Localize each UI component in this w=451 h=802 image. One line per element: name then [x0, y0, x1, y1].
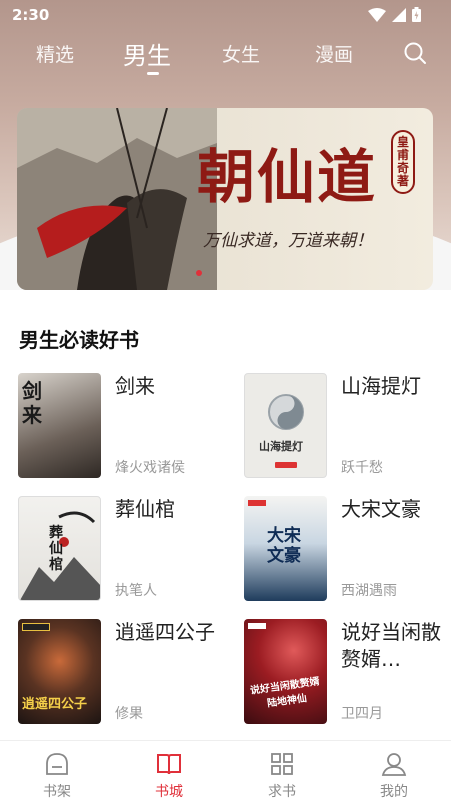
book-author: 跃千愁 — [341, 460, 383, 476]
book-title: 说好当闲散赘婿… — [341, 620, 441, 671]
book-author: 执笔人 — [115, 583, 157, 599]
bookshelf-icon — [46, 753, 68, 775]
book-title: 葬仙棺 — [115, 497, 175, 521]
book-author: 烽火戏诸侯 — [115, 460, 185, 476]
book-author: 修果 — [115, 706, 143, 722]
publisher-mark — [22, 623, 50, 631]
book-cover: 逍遥四公子 — [18, 619, 101, 724]
nav-label: 书城 — [155, 784, 183, 800]
banner-author-seal: 皇甫奇著 — [391, 130, 415, 194]
nav-label: 我的 — [380, 784, 408, 800]
section-title: 男生必读好书 — [19, 328, 139, 352]
nav-bookshelf[interactable]: 书架 — [17, 741, 97, 802]
book-cover: 葬仙棺 — [18, 496, 101, 601]
book-title: 剑来 — [115, 374, 155, 398]
nav-bookstore[interactable]: 书城 — [129, 741, 209, 802]
active-tab-indicator — [147, 72, 159, 75]
status-bar: 2:30 — [0, 0, 451, 32]
book-card[interactable]: 葬仙棺 葬仙棺 执笔人 — [18, 496, 228, 602]
book-card[interactable]: 山海提灯 山海提灯 跃千愁 — [244, 373, 451, 479]
book-card[interactable]: 说好当闲散赘婿 陆地神仙 说好当闲散赘婿… 卫四月 — [244, 619, 451, 725]
wifi-icon — [368, 7, 386, 22]
tab-featured[interactable]: 精选 — [36, 40, 74, 67]
open-book-icon — [157, 754, 181, 775]
grid-icon — [271, 753, 293, 775]
status-time: 2:30 — [12, 6, 50, 24]
book-section: 男生必读好书 剑来 剑来 烽火戏诸侯 山海提灯 山海提灯 跃千愁 葬仙棺 葬仙棺… — [0, 290, 451, 740]
book-title: 山海提灯 — [341, 374, 421, 398]
book-card[interactable]: 剑来 剑来 烽火戏诸侯 — [18, 373, 228, 479]
book-card[interactable]: 逍遥四公子 逍遥四公子 修果 — [18, 619, 228, 725]
promo-banner[interactable]: 朝仙道 皇甫奇著 万仙求道，万道来朝！ — [17, 108, 433, 290]
top-navigation: 精选 男生 女生 漫画 — [0, 32, 451, 82]
book-cover: 山海提灯 — [244, 373, 327, 478]
signal-icon — [392, 7, 406, 22]
yin-yang-icon — [268, 394, 304, 430]
book-cover: 剑来 — [18, 373, 101, 478]
publisher-mark — [248, 500, 266, 506]
publisher-mark — [248, 623, 266, 629]
battery-icon — [412, 7, 421, 22]
search-icon[interactable] — [403, 41, 427, 65]
tab-male[interactable]: 男生 — [123, 36, 171, 71]
book-author: 西湖遇雨 — [341, 583, 397, 599]
book-author: 卫四月 — [341, 706, 383, 722]
nav-request-book[interactable]: 求书 — [242, 741, 322, 802]
book-card[interactable]: 大宋文豪 大宋文豪 西湖遇雨 — [244, 496, 451, 602]
banner-artwork — [17, 108, 217, 290]
status-icons — [368, 7, 421, 22]
book-title: 逍遥四公子 — [115, 620, 215, 644]
nav-label: 求书 — [268, 784, 296, 800]
banner-slogan: 万仙求道，万道来朝！ — [203, 231, 373, 251]
carousel-indicator-dot — [196, 270, 202, 276]
tab-female[interactable]: 女生 — [222, 40, 260, 67]
bottom-navigation: 书架 书城 求书 我的 — [0, 740, 451, 802]
nav-profile[interactable]: 我的 — [354, 741, 434, 802]
user-icon — [381, 753, 407, 776]
banner-title: 朝仙道 — [197, 143, 378, 211]
book-title: 大宋文豪 — [341, 497, 421, 521]
book-cover: 说好当闲散赘婿 陆地神仙 — [244, 619, 327, 724]
book-cover: 大宋文豪 — [244, 496, 327, 601]
publisher-mark — [275, 462, 297, 468]
nav-label: 书架 — [43, 784, 71, 800]
tab-comics[interactable]: 漫画 — [315, 40, 353, 67]
